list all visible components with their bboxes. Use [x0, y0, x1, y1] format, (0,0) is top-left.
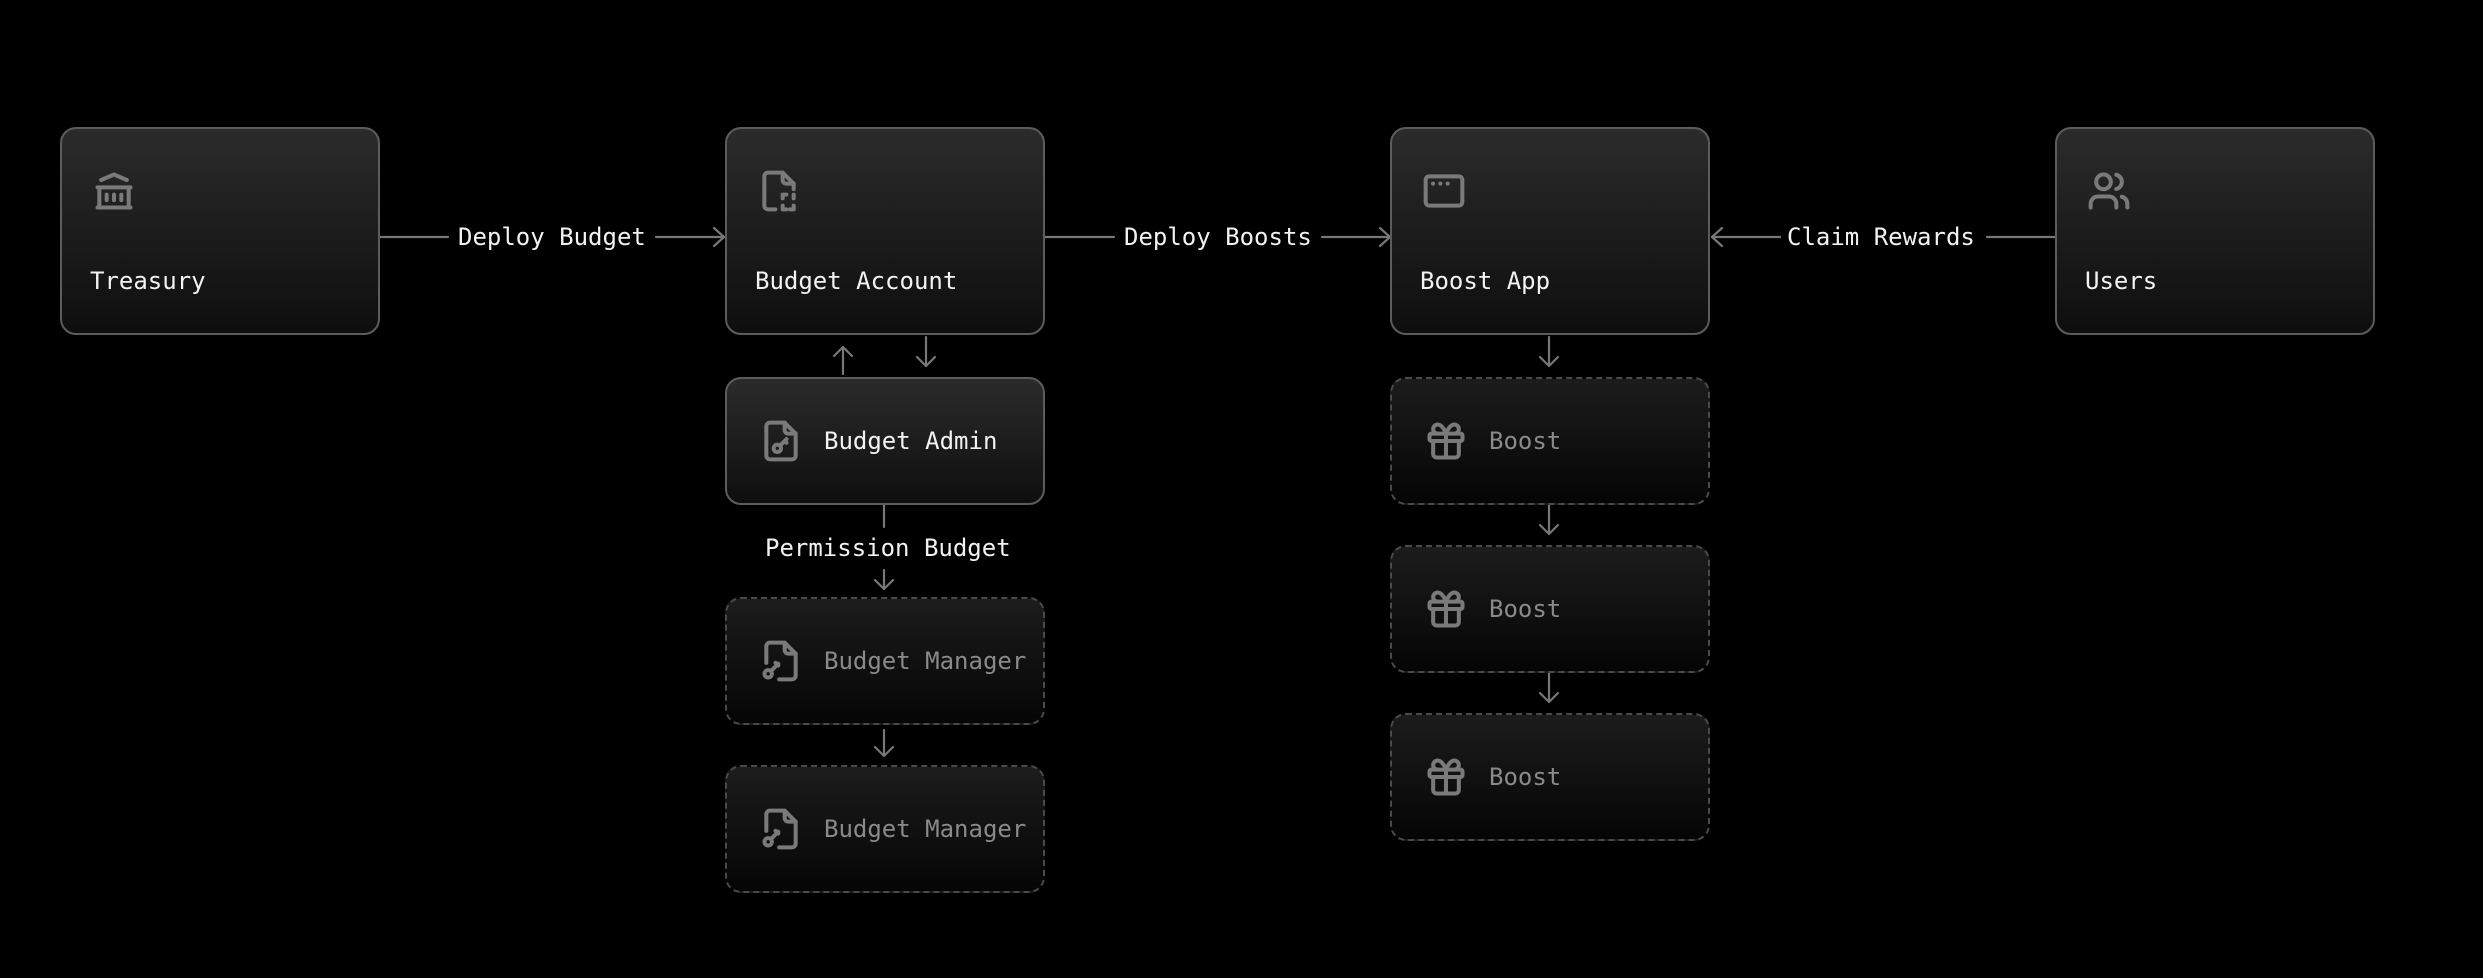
node-label: Boost — [1489, 763, 1562, 791]
edge-label-deploy-boosts: Deploy Boosts — [1118, 222, 1318, 252]
file-dashed-corner-icon — [757, 169, 801, 213]
gift-icon — [1424, 587, 1468, 631]
node-label: Users — [2085, 267, 2158, 295]
edge-label-permission-budget: Permission Budget — [759, 533, 1017, 563]
node-budget-manager-1: Budget Manager — [725, 597, 1045, 725]
node-users: Users — [2055, 127, 2375, 335]
node-label: Boost App — [1420, 267, 1551, 295]
node-label: Boost — [1489, 427, 1562, 455]
file-key-icon — [759, 419, 803, 463]
node-boost-app: Boost App — [1390, 127, 1710, 335]
gift-icon — [1424, 419, 1468, 463]
node-label: Budget Account — [755, 267, 958, 295]
node-label: Budget Admin — [824, 427, 998, 455]
file-key-icon — [759, 639, 803, 683]
bank-icon — [92, 169, 136, 213]
node-treasury: Treasury — [60, 127, 380, 335]
app-window-icon — [1422, 169, 1466, 213]
users-icon — [2087, 169, 2131, 213]
node-budget-account: Budget Account — [725, 127, 1045, 335]
node-label: Boost — [1489, 595, 1562, 623]
edge-label-claim-rewards: Claim Rewards — [1781, 222, 1981, 252]
edge-label-deploy-budget: Deploy Budget — [452, 222, 652, 252]
node-budget-manager-2: Budget Manager — [725, 765, 1045, 893]
node-label: Budget Manager — [824, 647, 1027, 675]
node-label: Budget Manager — [824, 815, 1027, 843]
gift-icon — [1424, 755, 1468, 799]
node-label: Treasury — [90, 267, 206, 295]
node-boost-1: Boost — [1390, 377, 1710, 505]
node-budget-admin: Budget Admin — [725, 377, 1045, 505]
node-boost-3: Boost — [1390, 713, 1710, 841]
file-key-icon — [759, 807, 803, 851]
node-boost-2: Boost — [1390, 545, 1710, 673]
